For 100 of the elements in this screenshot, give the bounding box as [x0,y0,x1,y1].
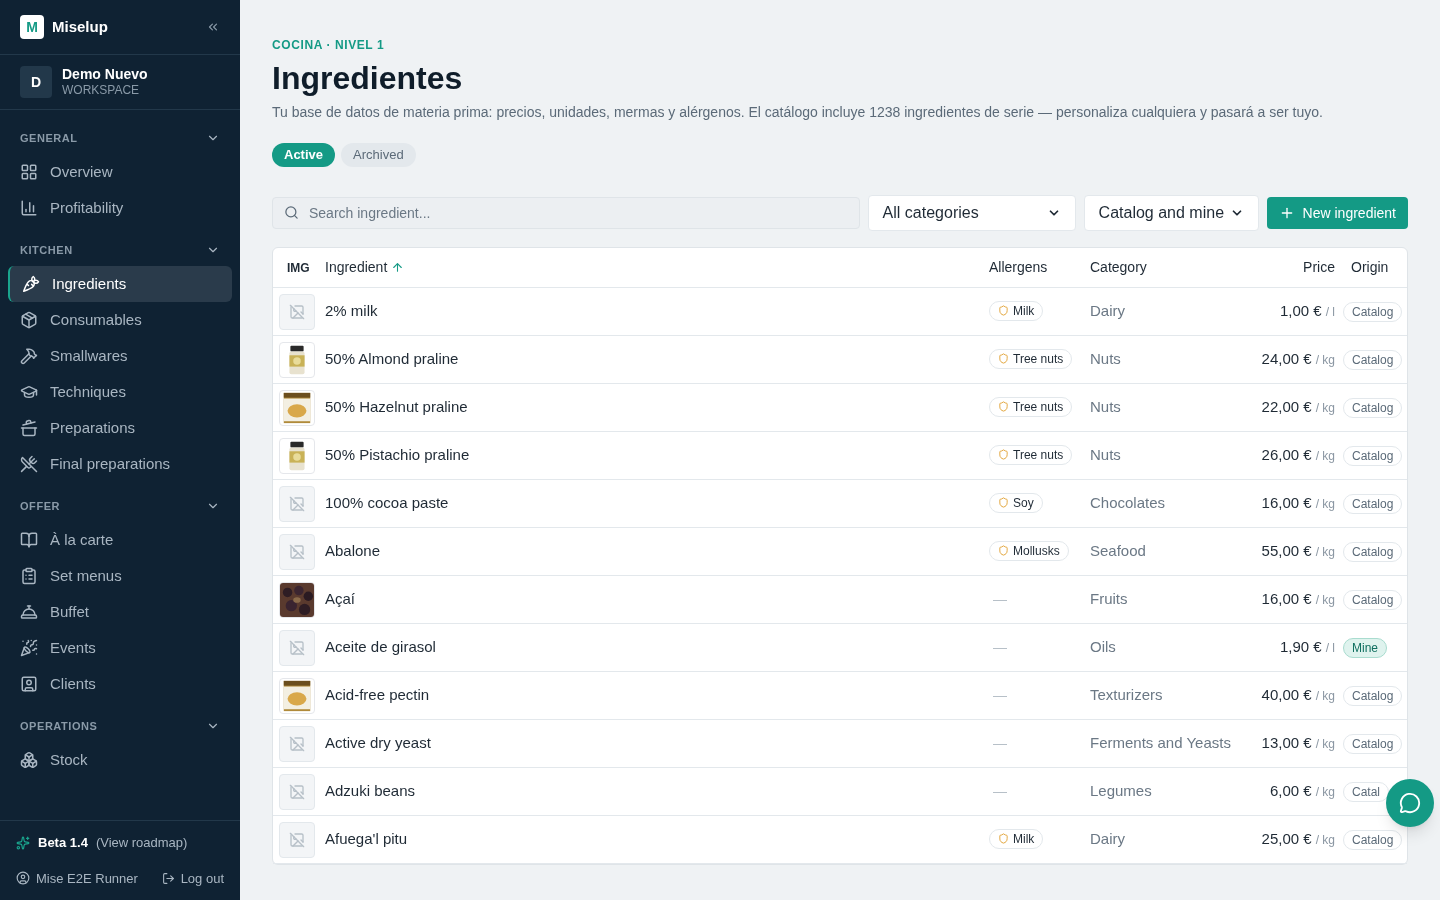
box-icon [20,311,38,329]
sidebar-item[interactable]: Consumables [8,302,232,338]
grid-icon [20,163,38,181]
section-heading: GENERAL [20,130,78,146]
sidebar-item[interactable]: À la carte [8,522,232,558]
shield-icon [998,401,1009,413]
shield-icon [998,353,1009,365]
collapse-button[interactable] [206,20,220,34]
origin-tag: Mine [1343,638,1387,658]
price-text: 26,00 € [1261,446,1312,464]
sidebar-item[interactable]: Smallwares [8,338,232,374]
graduation-cap-icon [20,383,38,401]
ingredient-name: Acid-free pectin [325,685,431,706]
workspace-avatar: D [20,66,52,98]
logo: M [20,15,44,39]
sidebar-item[interactable]: Final preparations [8,446,232,482]
price-text: 16,00 € [1261,494,1312,512]
user-icon [16,871,30,886]
no-image-icon [279,485,315,522]
book-icon [20,531,38,549]
shield-icon [998,833,1009,845]
bar-chart-icon [20,199,38,217]
unit-text: / l [1325,305,1335,320]
logout-icon [161,871,175,885]
shield-icon [998,305,1009,317]
sidebar-item[interactable]: Buffet [8,594,232,630]
empty-allergen: — [992,687,1007,703]
search-field[interactable]: Search ingredient... [272,197,860,229]
ingredient-name: 50% Hazelnut praline [325,397,469,418]
price-text: 55,00 € [1261,542,1312,560]
filter-tab[interactable]: Active [272,143,336,167]
column-header[interactable]: Ingredient [325,257,388,278]
logout-button[interactable]: Log out [180,868,224,888]
price-text: 22,00 € [1261,398,1312,416]
chat-bubble-icon [1399,792,1421,814]
new-ingredient-button[interactable]: New ingredient [1266,197,1408,229]
ingredient-name: 2% milk [325,301,379,322]
sidebar-item[interactable]: Clients [8,666,232,702]
category-text: Nuts [1090,397,1122,418]
eyebrow: COCINA · NIVEL 1 [272,37,386,54]
beta-version: Beta 1.4 [38,834,88,852]
utensils-icon [20,455,38,473]
sidebar-item[interactable]: Stock [8,742,232,778]
unit-text: / kg [1315,401,1335,416]
unit-text: / kg [1315,833,1335,848]
boxes-icon [20,751,38,769]
unit-text: / kg [1315,545,1335,560]
hammer-icon [20,347,38,365]
ingredient-name: 50% Almond praline [325,349,460,370]
brand-name: Miselup [52,16,108,37]
filter-tab[interactable]: Archived [341,143,416,167]
no-image-icon [279,725,315,762]
empty-allergen: — [992,591,1007,607]
unit-text: / kg [1315,593,1335,608]
category-text: Nuts [1090,445,1122,466]
category-text: Texturizers [1090,685,1164,706]
sidebar-item[interactable]: Profitability [8,190,232,226]
category-text: Dairy [1090,829,1126,850]
ingredient-name: Adzuki beans [325,781,417,802]
section-heading: OPERATIONS [20,718,98,734]
sidebar-item[interactable]: Techniques [8,374,232,410]
sidebar-item[interactable]: Preparations [8,410,232,446]
chat-button[interactable] [1386,779,1434,827]
roadmap-link[interactable]: (View roadmap) [95,833,188,853]
section-heading: KITCHEN [20,242,73,258]
unit-text: / kg [1315,449,1335,464]
category-text: Ferments and Yeasts [1090,733,1232,754]
no-image-icon [279,821,315,858]
empty-allergen: — [992,639,1007,655]
no-image-icon [279,629,315,666]
category-text: Nuts [1090,349,1122,370]
clipboard-icon [20,567,38,585]
sidebar-item[interactable]: Overview [8,154,232,190]
sort-arrow-icon [391,261,405,274]
no-image-icon [279,773,315,810]
price-text: 25,00 € [1261,830,1312,848]
sidebar-item[interactable]: Events [8,630,232,666]
unit-text: / kg [1315,737,1335,752]
section-heading: OFFER [20,498,61,514]
price-text: 16,00 € [1261,590,1312,608]
sidebar-item[interactable]: Set menus [8,558,232,594]
filter-dropdown[interactable]: Catalog and mine [1083,195,1259,231]
price-text: 40,00 € [1261,686,1312,704]
no-image-icon [279,293,315,330]
price-text: 6,00 € [1269,782,1312,800]
search-icon [284,205,299,220]
workspace-label: WORKSPACE [62,83,141,99]
user-name: Mise E2E Runner [36,869,138,888]
filter-dropdown[interactable]: All categories [867,195,1076,231]
ingredient-name: 50% Pistachio praline [325,445,471,466]
column-header: Category [1090,258,1148,277]
unit-text: / kg [1315,497,1335,512]
ingredient-name: 100% cocoa paste [325,493,450,514]
unit-text: / kg [1315,785,1335,800]
unit-text: / kg [1315,689,1335,704]
bell-icon [20,603,38,621]
sidebar-item[interactable]: Ingredients [8,266,232,302]
column-header: Origin [1350,258,1390,277]
ingredient-name: Abalone [325,541,382,562]
ingredient-name: Aceite de girasol [325,637,437,658]
